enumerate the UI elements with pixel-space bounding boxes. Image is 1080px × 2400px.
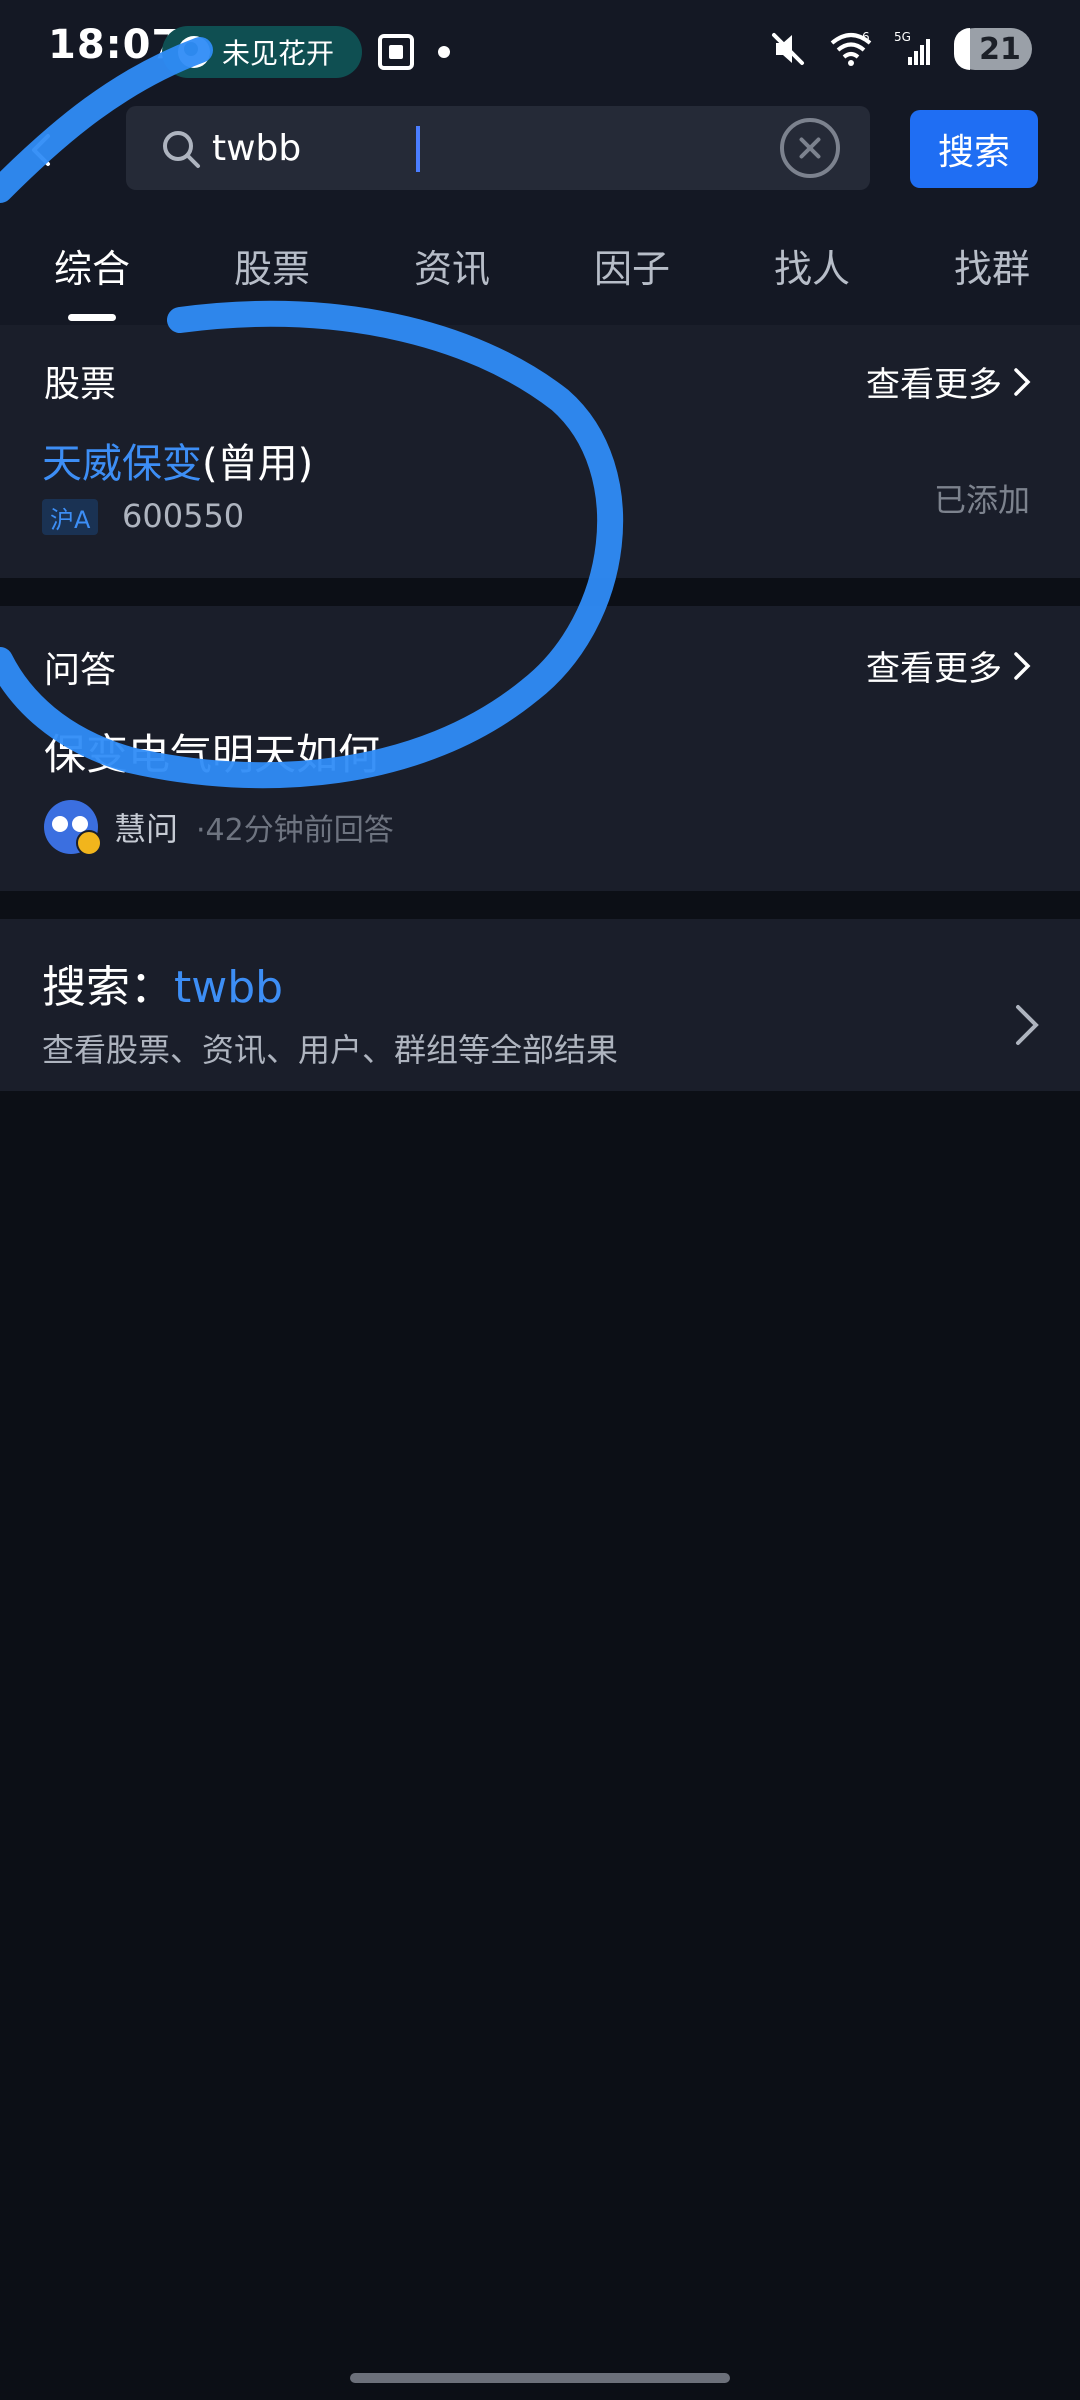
qa-time: ·42分钟前回答 (196, 813, 394, 848)
tab-find-people[interactable]: 找人 (752, 238, 872, 293)
stock-code: 600550 (122, 497, 245, 535)
market-badge: 沪A (42, 499, 99, 535)
category-tabs: 综合 股票 资讯 因子 找人 找群 (0, 238, 1080, 324)
qa-author: 慧问 (114, 810, 179, 848)
chevron-right-icon (1014, 651, 1031, 680)
app-screen: 18:07 未见花开 6 5G 21 twbb 搜索 综合 股票 资讯 因子 找… (0, 0, 1080, 2400)
chevron-right-icon (1014, 367, 1031, 396)
owl-avatar-icon (44, 800, 102, 856)
tab-stocks[interactable]: 股票 (212, 238, 332, 293)
notification-pill-label: 未见花开 (222, 37, 335, 70)
search-icon (163, 131, 200, 168)
tab-factors[interactable]: 因子 (572, 238, 692, 293)
status-bar: 18:07 未见花开 6 5G 21 (0, 0, 1080, 100)
tab-find-groups[interactable]: 找群 (932, 238, 1052, 293)
search-all-subtitle: 查看股票、资讯、用户、群组等全部结果 (42, 1031, 619, 1069)
qa-section-title: 问答 (44, 650, 117, 691)
wifi-badge: 6 (862, 30, 870, 44)
status-time: 18:07 (48, 22, 181, 68)
stock-result-name[interactable]: 天威保变(曾用) (42, 431, 313, 489)
back-arrow-icon[interactable] (20, 128, 64, 172)
stock-name-highlight: 天威保变 (42, 441, 202, 487)
qa-see-more-label: 查看更多 (866, 649, 1002, 689)
notification-dot-icon (438, 46, 450, 58)
battery-percentage: 21 (979, 31, 1021, 67)
qa-see-more-link[interactable]: 查看更多 (866, 641, 1032, 690)
network-type: 5G (894, 30, 911, 44)
search-button[interactable]: 搜索 (910, 110, 1038, 188)
search-box[interactable] (126, 106, 870, 190)
qa-meta: 慧问 ·42分钟前回答 (44, 800, 394, 856)
mute-icon (772, 33, 804, 65)
screenshot-icon (378, 34, 414, 70)
verified-badge-icon (76, 830, 102, 856)
battery-indicator: 21 (954, 28, 1032, 70)
qa-section: 问答 查看更多 保变电气明天如何 慧问 ·42分钟前回答 (0, 606, 1080, 891)
search-all-keyword: twbb (174, 962, 284, 1013)
chevron-right-icon (1016, 1005, 1039, 1045)
avatar-eye-left (52, 816, 68, 832)
tab-comprehensive[interactable]: 综合 (32, 238, 152, 293)
search-all-prefix: 搜索： (42, 962, 174, 1013)
clear-search-icon[interactable] (780, 118, 840, 178)
stocks-section: 股票 查看更多 天威保变(曾用) 沪A 600550 已添加 (0, 325, 1080, 578)
stocks-see-more-label: 查看更多 (866, 365, 1002, 405)
stocks-see-more-link[interactable]: 查看更多 (866, 357, 1032, 406)
cellular-signal-icon: 5G (894, 30, 930, 65)
added-status-label: 已添加 (933, 481, 1030, 519)
stocks-section-title: 股票 (44, 364, 117, 405)
app-notification-pill[interactable]: 未见花开 (162, 26, 362, 78)
home-indicator[interactable] (350, 2373, 730, 2383)
active-tab-indicator (68, 314, 116, 321)
search-all-title: 搜索：twbb (42, 951, 283, 1015)
status-icons: 6 5G 21 (768, 28, 1032, 70)
qa-question[interactable]: 保变电气明天如何 (44, 721, 380, 782)
tab-news[interactable]: 资讯 (392, 238, 512, 293)
search-all-row[interactable]: 搜索：twbb 查看股票、资讯、用户、群组等全部结果 (0, 919, 1080, 1091)
stock-name-suffix: (曾用) (202, 441, 314, 487)
search-bar-row: 搜索 (0, 106, 1080, 192)
wifi-icon: 6 (830, 30, 872, 66)
text-caret (416, 126, 420, 172)
header-area: 18:07 未见花开 6 5G 21 twbb 搜索 综合 股票 资讯 因子 找… (0, 0, 1080, 325)
globe-icon (178, 36, 210, 68)
search-input[interactable] (212, 120, 772, 176)
